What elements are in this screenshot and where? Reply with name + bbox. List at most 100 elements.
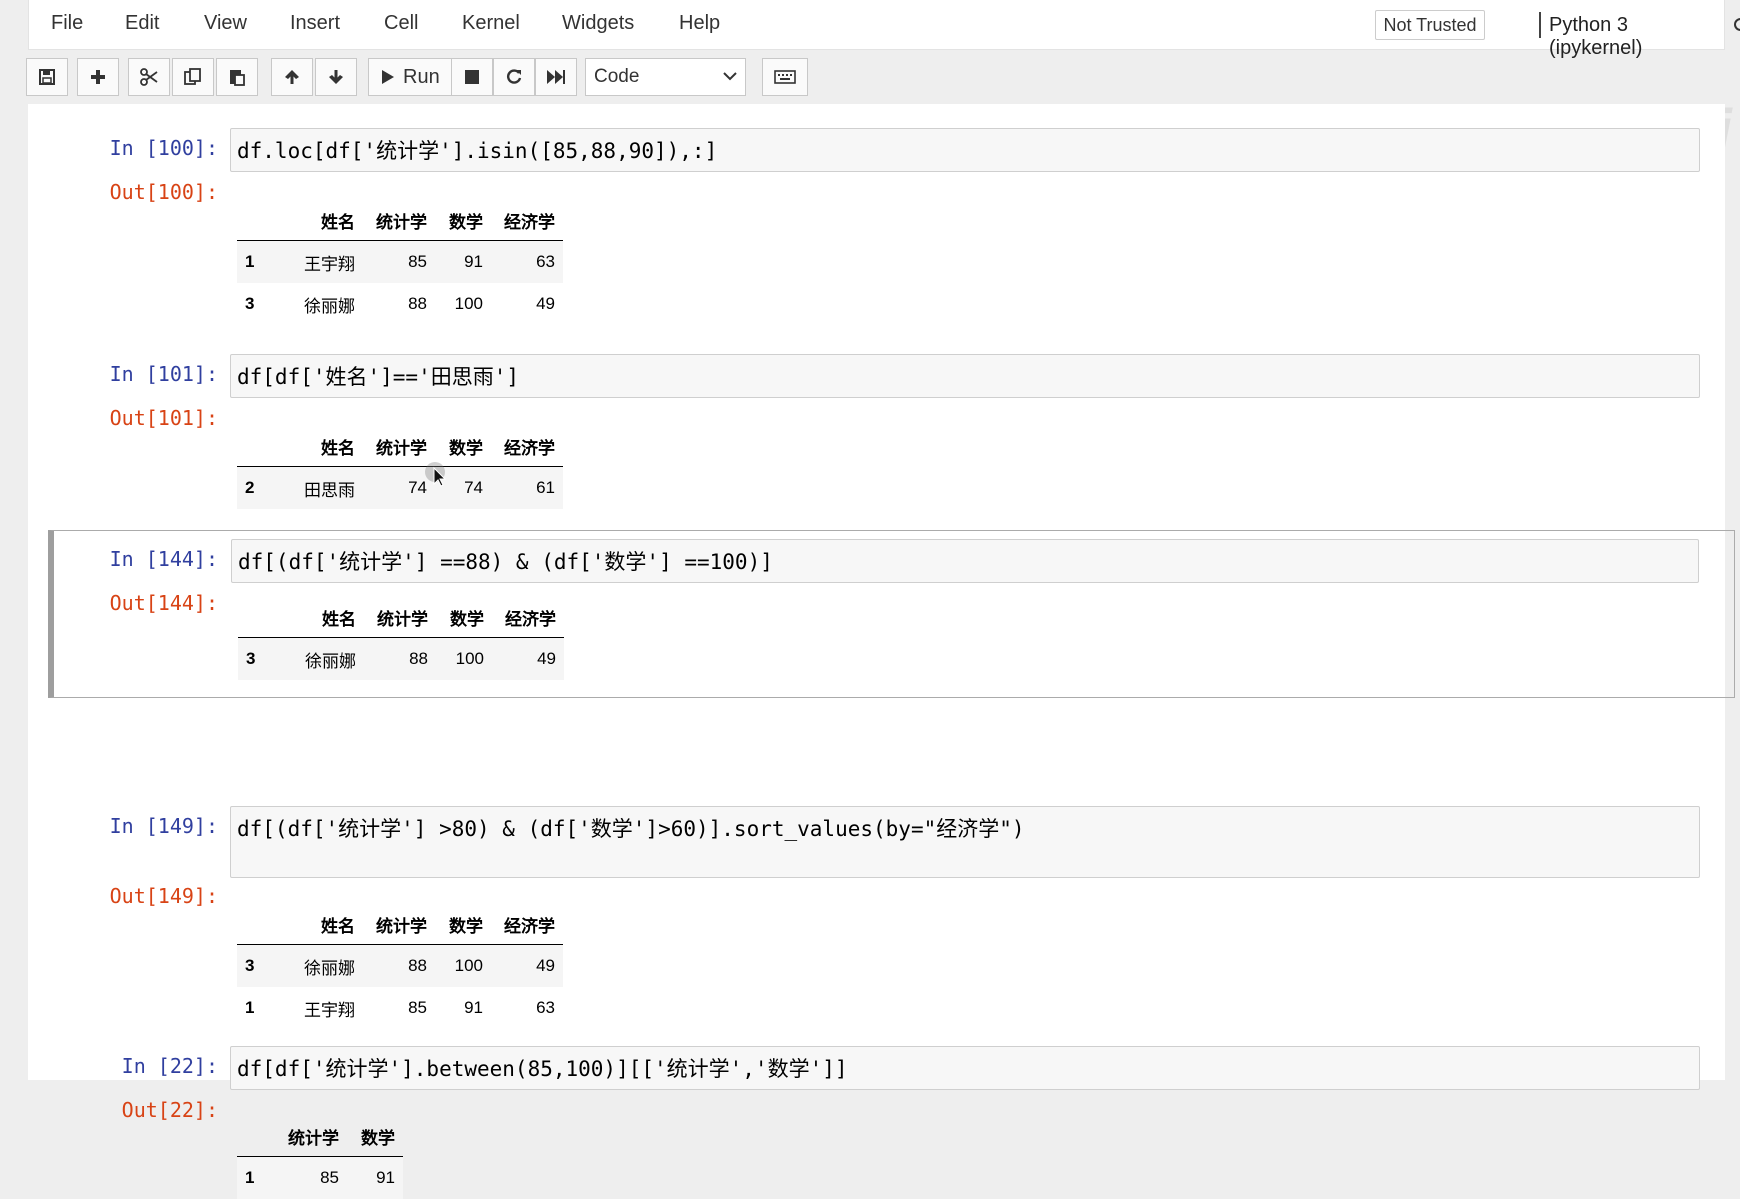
table-cell: 85 [275, 1157, 347, 1199]
menu-file[interactable]: File [51, 12, 83, 35]
table-cell: 91 [347, 1157, 403, 1199]
copy-button[interactable] [172, 58, 214, 96]
table-header: 姓名 [276, 597, 364, 638]
table-row: 1 85 91 [237, 1157, 403, 1199]
row-index: 2 [237, 467, 275, 510]
output-prompt: Out[144]: [28, 591, 218, 615]
insert-cell-button[interactable] [77, 58, 119, 96]
kernel-idle-icon [1734, 18, 1740, 31]
table-header: 经济学 [491, 426, 563, 467]
scissors-icon [139, 68, 159, 86]
table-cell: 王宇翔 [275, 987, 363, 1029]
dataframe-table: 统计学 数学 1 85 91 [237, 1116, 403, 1199]
code-input[interactable]: df[df['统计学'].between(85,100)][['统计学','数学… [230, 1046, 1700, 1090]
cut-button[interactable] [128, 58, 170, 96]
menu-widgets[interactable]: Widgets [562, 12, 634, 35]
table-row: 3 徐丽娜 88 100 49 [237, 283, 563, 325]
output-prompt: Out[149]: [28, 884, 218, 908]
table-row: 1 王宇翔 85 91 63 [237, 241, 563, 284]
dataframe-table: 姓名 统计学 数学 经济学 2 田思雨 74 74 61 [237, 426, 563, 509]
code-input[interactable]: df[df['姓名']=='田思雨'] [230, 354, 1700, 398]
table-cell: 88 [364, 638, 436, 681]
table-cell: 85 [363, 241, 435, 284]
dataframe-table: 姓名 统计学 数学 经济学 1 王宇翔 85 91 63 3 徐丽娜 88 10… [237, 200, 563, 325]
table-header [237, 1116, 275, 1157]
chevron-down-icon [723, 71, 737, 81]
move-down-button[interactable] [315, 58, 357, 96]
mouse-cursor-icon [425, 462, 451, 488]
paste-icon [227, 67, 247, 87]
save-icon [38, 68, 56, 86]
menu-kernel[interactable]: Kernel [462, 12, 520, 35]
restart-run-all-button[interactable] [535, 58, 577, 96]
table-header: 姓名 [275, 426, 363, 467]
table-cell: 徐丽娜 [275, 945, 363, 988]
table-header: 姓名 [275, 904, 363, 945]
row-index: 1 [237, 241, 275, 284]
table-cell: 91 [435, 241, 491, 284]
output-prompt: Out[22]: [28, 1098, 218, 1122]
not-trusted-button[interactable]: Not Trusted [1375, 10, 1485, 40]
row-index: 3 [237, 283, 275, 325]
table-header: 统计学 [364, 597, 436, 638]
command-palette-button[interactable] [762, 58, 808, 96]
table-cell: 100 [436, 638, 492, 681]
table-header [237, 904, 275, 945]
table-header: 经济学 [491, 200, 563, 241]
table-header: 统计学 [363, 904, 435, 945]
table-cell: 63 [491, 241, 563, 284]
output-prompt: Out[100]: [28, 180, 218, 204]
selected-code-cell[interactable]: In [144]: df[(df['统计学'] ==88) & (df['数学'… [48, 530, 1735, 698]
input-prompt: In [144]: [28, 547, 218, 571]
table-header: 统计学 [275, 1116, 347, 1157]
save-button[interactable] [26, 58, 68, 96]
table-header: 统计学 [363, 200, 435, 241]
menu-insert[interactable]: Insert [290, 12, 340, 35]
output-prompt: Out[101]: [28, 406, 218, 430]
run-button[interactable]: Run [368, 58, 452, 96]
table-header: 数学 [436, 597, 492, 638]
paste-button[interactable] [216, 58, 258, 96]
row-index: 1 [237, 987, 275, 1029]
cell-type-select[interactable]: Code [585, 58, 746, 96]
menu-edit[interactable]: Edit [125, 12, 159, 35]
stop-icon [464, 69, 480, 85]
arrow-down-icon [327, 68, 345, 86]
table-cell: 88 [363, 283, 435, 325]
restart-kernel-button[interactable] [493, 58, 535, 96]
table-cell: 49 [491, 945, 563, 988]
menu-view[interactable]: View [204, 12, 247, 35]
code-input[interactable]: df.loc[df['统计学'].isin([85,88,90]),:] [230, 128, 1700, 172]
table-header: 统计学 [363, 426, 435, 467]
row-index: 3 [237, 945, 275, 988]
table-cell: 49 [492, 638, 564, 681]
table-cell: 田思雨 [275, 467, 363, 510]
table-cell: 徐丽娜 [276, 638, 364, 681]
menubar: File Edit View Insert Cell Kernel Widget… [28, 0, 1725, 50]
table-cell: 徐丽娜 [275, 283, 363, 325]
dataframe-table: 姓名 统计学 数学 经济学 3 徐丽娜 88 100 49 [238, 597, 564, 680]
table-header: 数学 [435, 200, 491, 241]
table-header: 数学 [435, 904, 491, 945]
toolbar: Run Code PKU顾佳峰 bilibili [0, 52, 1740, 104]
table-header: 姓名 [275, 200, 363, 241]
arrow-up-icon [283, 68, 301, 86]
row-index: 1 [237, 1157, 275, 1199]
table-header [238, 597, 276, 638]
input-prompt: In [100]: [28, 136, 218, 160]
kernel-separator [1539, 12, 1541, 38]
table-header [237, 200, 275, 241]
table-cell: 49 [491, 283, 563, 325]
code-input[interactable]: df[(df['统计学'] ==88) & (df['数学'] ==100)] [231, 539, 1699, 583]
menu-help[interactable]: Help [679, 12, 720, 35]
move-up-button[interactable] [271, 58, 313, 96]
restart-icon [505, 68, 523, 86]
code-input[interactable]: df[(df['统计学'] >80) & (df['数学']>60)].sort… [230, 806, 1700, 878]
interrupt-kernel-button[interactable] [451, 58, 493, 96]
keyboard-icon [774, 70, 796, 84]
table-cell: 85 [363, 987, 435, 1029]
table-cell: 61 [491, 467, 563, 510]
menu-cell[interactable]: Cell [384, 12, 418, 35]
input-prompt: In [22]: [28, 1054, 218, 1078]
table-cell: 100 [435, 945, 491, 988]
